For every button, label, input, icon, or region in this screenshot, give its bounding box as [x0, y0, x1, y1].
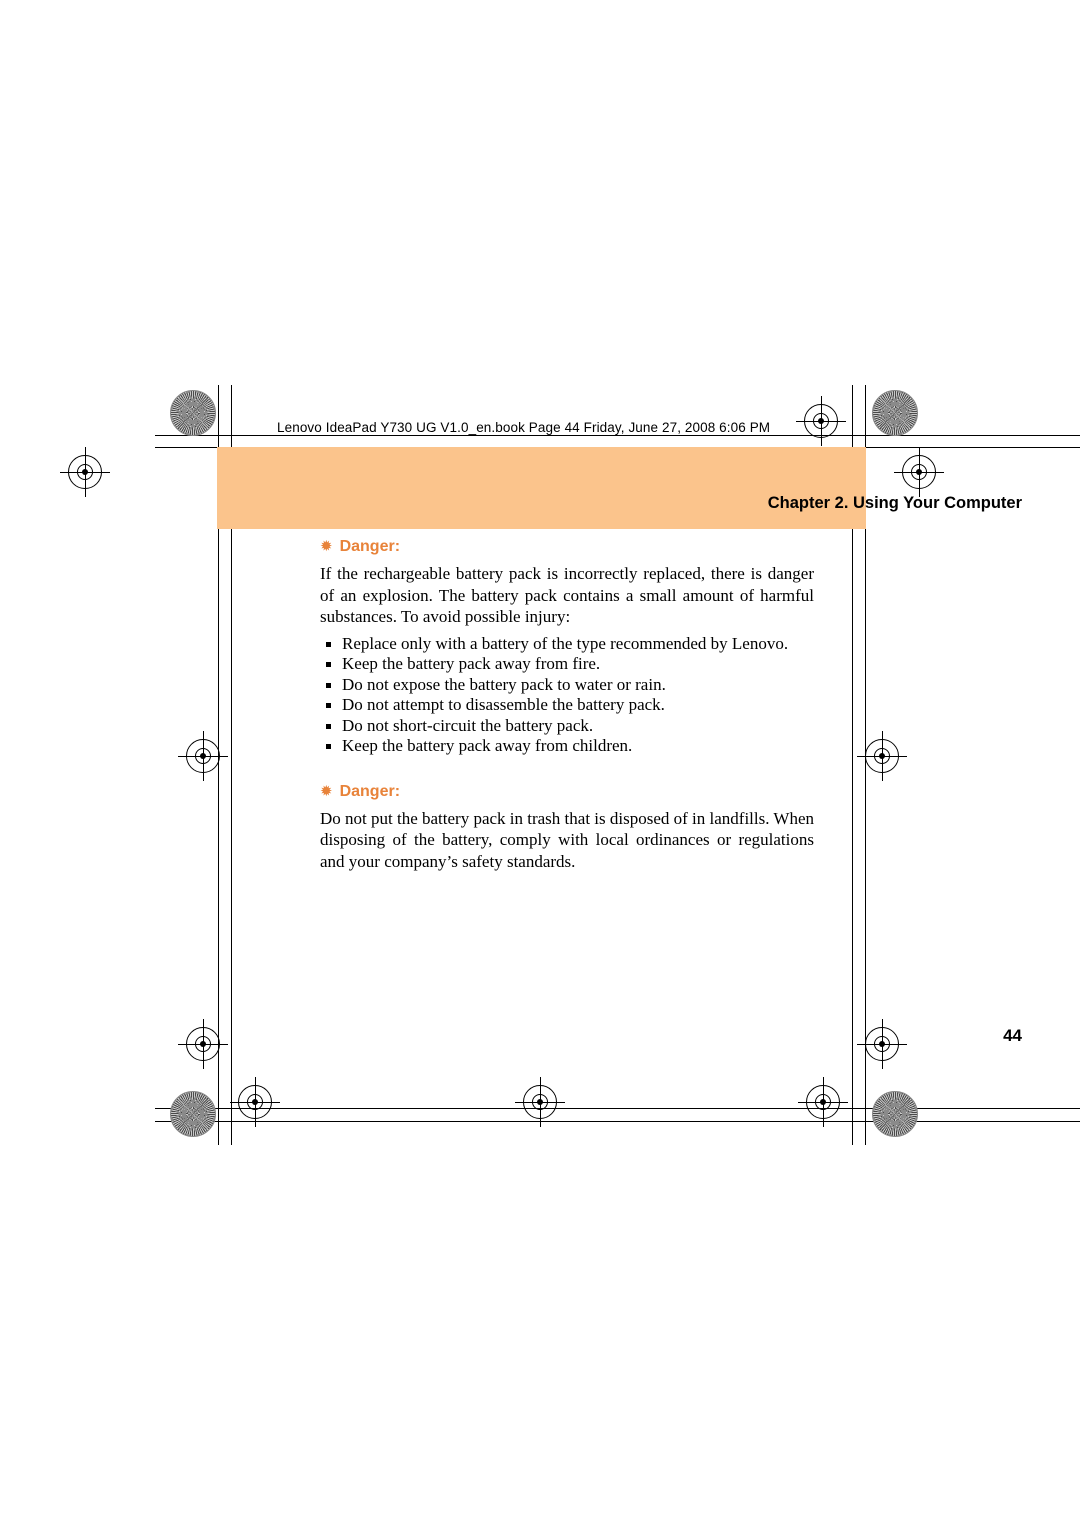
list-item: Keep the battery pack away from children… [320, 736, 814, 757]
danger-label: Danger: [339, 538, 401, 555]
danger-heading: ✹ Danger: [320, 538, 814, 556]
page-number: 44 [1003, 1026, 1022, 1045]
danger-paragraph: Do not put the battery pack in trash tha… [320, 808, 815, 871]
document-page: Lenovo IdeaPad Y730 UG V1.0_en.book Page… [0, 0, 1080, 1527]
list-item: Do not short-circuit the battery pack. [320, 716, 814, 737]
list-item: Do not attempt to disassemble the batter… [320, 695, 814, 716]
danger-label: Danger: [339, 782, 401, 800]
file-path-line: Lenovo IdeaPad Y730 UG V1.0_en.book Page… [277, 420, 771, 435]
danger-star-icon: ✹ [320, 783, 333, 800]
chapter-header-title: Chapter 2. Using Your Computer [767, 494, 1022, 512]
danger-heading: ✹ Danger: [320, 783, 814, 801]
page-body: ✹ Danger: If the rechargeable battery pa… [320, 538, 814, 874]
chapter-header-band [217, 447, 866, 529]
list-item: Keep the battery pack away from fire. [320, 654, 814, 675]
list-item: Replace only with a battery of the type … [320, 634, 814, 655]
danger-section-2: ✹ Danger: Do not put the battery pack in… [320, 783, 814, 873]
danger-bullet-list: Replace only with a battery of the type … [320, 634, 814, 757]
danger-paragraph: If the rechargeable battery pack is inco… [320, 564, 814, 626]
list-item: Do not expose the battery pack to water … [320, 675, 814, 696]
danger-star-icon: ✹ [320, 539, 333, 555]
danger-section-1: ✹ Danger: If the rechargeable battery pa… [320, 538, 814, 757]
